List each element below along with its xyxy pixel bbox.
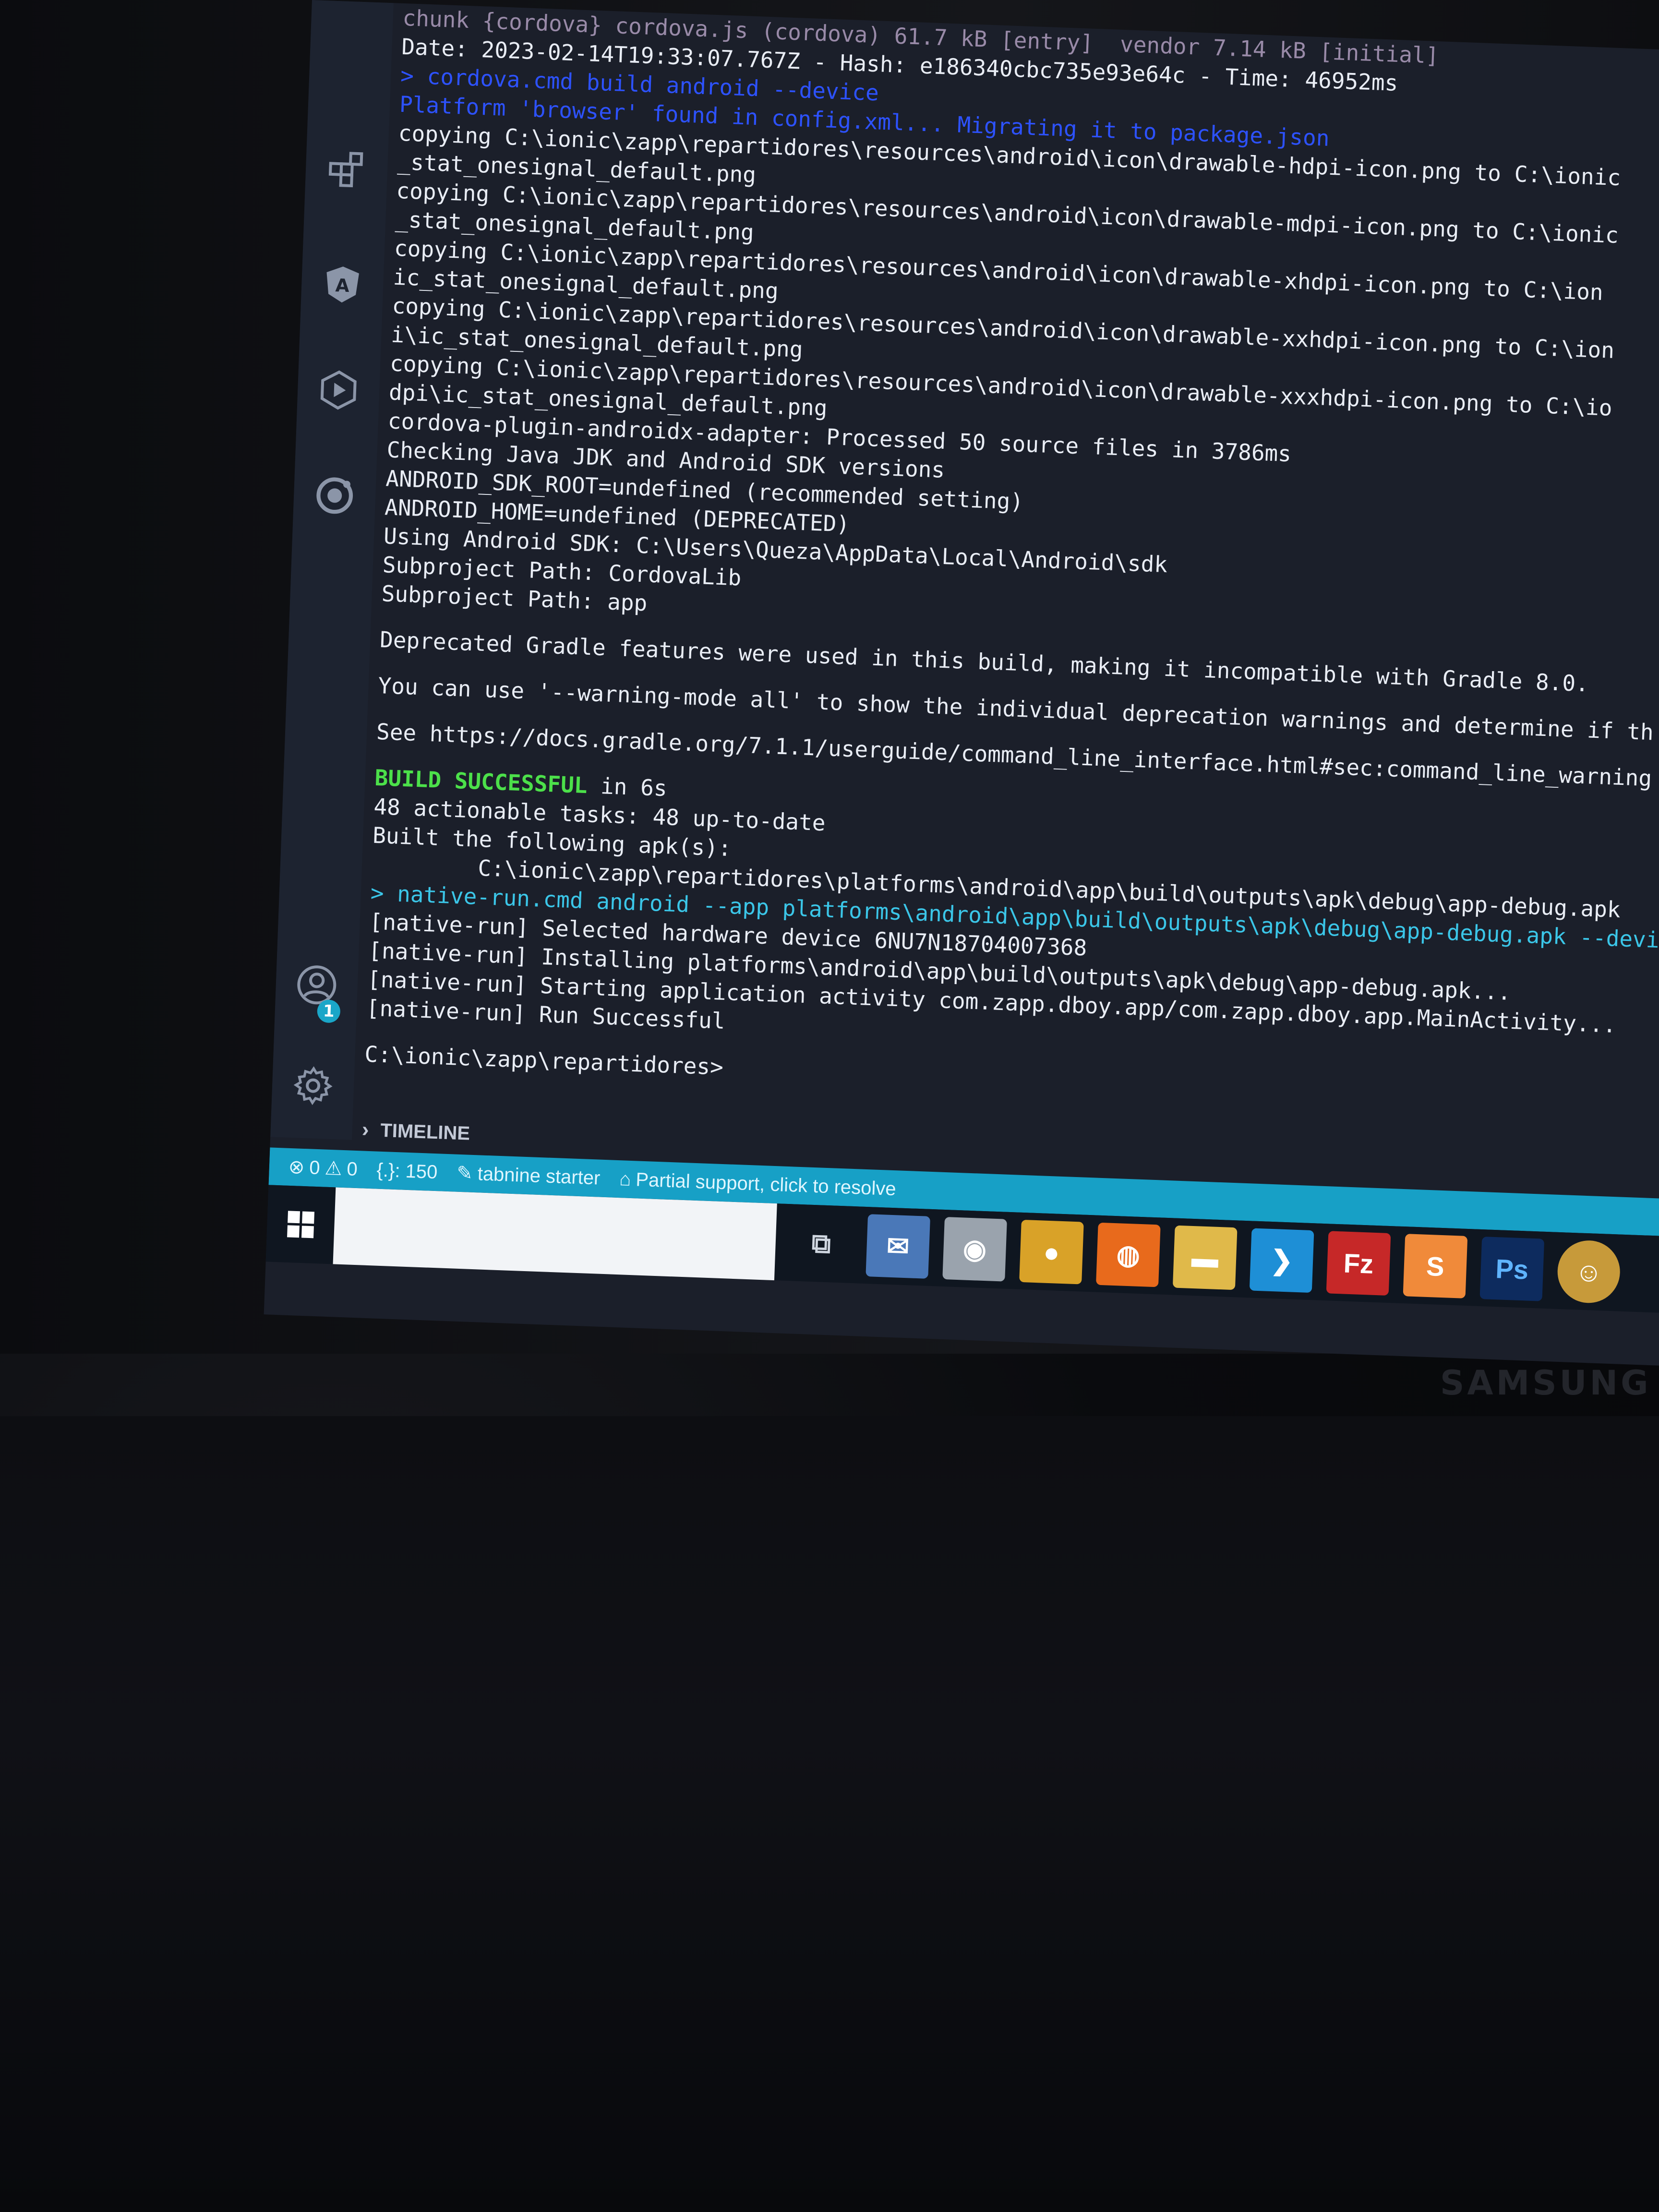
taskbar-search-input[interactable] [333,1187,777,1281]
tabnine-label: tabnine starter [477,1163,601,1189]
mail-icon[interactable]: ✉ [866,1214,931,1279]
keyboard [0,1416,1659,2212]
chevron-right-icon: › [361,1118,370,1142]
sublime-icon[interactable]: S [1403,1234,1468,1298]
home-icon: ⌂ [619,1168,632,1190]
partial-support-status[interactable]: ⌂ Partial support, click to resolve [619,1168,897,1200]
angular-icon[interactable]: A [318,260,368,310]
error-icon: ⊗ [288,1156,305,1178]
extensions-icon[interactable] [322,144,372,194]
tabnine-status[interactable]: ✎ tabnine starter [456,1162,601,1190]
ionic-icon[interactable] [310,471,360,521]
chrome-icon[interactable]: ● [1019,1219,1084,1285]
build-time: in 6s [587,772,668,802]
error-count: 0 [309,1156,321,1178]
accounts-badge: 1 [316,999,341,1023]
user-app-icon[interactable]: ☺ [1556,1239,1622,1304]
tabnine-icon: ✎ [456,1162,473,1184]
cursor-position[interactable]: {.}: 150 [376,1159,438,1183]
media-icon[interactable]: ◉ [942,1216,1007,1282]
firefox-icon[interactable]: ◍ [1096,1222,1161,1287]
partial-support-label: Partial support, click to resolve [635,1168,897,1200]
screen: A 1 vendor vendor chunk {cordova} cordov… [264,0,1659,1371]
gear-icon[interactable] [288,1061,338,1111]
svg-text:A: A [335,275,350,296]
task-view-icon[interactable]: ⧉ [789,1211,854,1276]
terminal-output[interactable]: vendor vendor chunk {cordova} cordova.js… [361,0,1659,1193]
warning-icon: ⚠ [324,1157,343,1179]
problems-indicator[interactable]: ⊗ 0 ⚠ 0 [288,1156,358,1180]
vscode-icon[interactable]: ❯ [1249,1228,1314,1293]
warning-count: 0 [346,1158,358,1180]
play-hex-icon[interactable] [313,365,363,415]
timeline-label: TIMELINE [380,1119,470,1144]
monitor-brand: SAMSUNG [1440,1363,1651,1403]
windows-start-button[interactable] [266,1185,336,1264]
filezilla-icon[interactable]: Fz [1326,1231,1391,1296]
folder-icon[interactable]: ▬ [1172,1225,1238,1290]
photoshop-icon[interactable]: Ps [1479,1237,1545,1301]
